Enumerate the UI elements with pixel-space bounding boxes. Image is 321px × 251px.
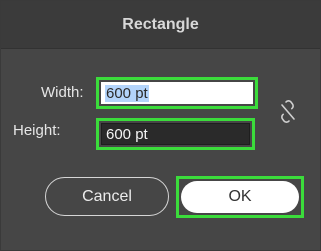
ok-button-highlight: OK <box>176 176 304 218</box>
dialog-title: Rectangle <box>1 1 320 49</box>
width-field[interactable]: 600 pt <box>101 82 253 104</box>
width-field-highlight: 600 pt <box>96 77 258 109</box>
height-field[interactable]: 600 pt <box>101 123 250 145</box>
ok-button[interactable]: OK <box>181 181 299 213</box>
cancel-button[interactable]: Cancel <box>45 177 169 216</box>
width-label: Width: <box>41 84 84 101</box>
height-label: Height: <box>13 122 61 139</box>
height-value: 600 pt <box>106 125 148 143</box>
broken-link-icon <box>281 100 295 123</box>
height-field-highlight: 600 pt <box>96 118 255 150</box>
rectangle-dialog: Rectangle Width: 600 pt Height: 600 pt C… <box>0 0 321 251</box>
constrain-proportions-button[interactable] <box>277 99 299 125</box>
width-value: 600 pt <box>105 84 149 102</box>
